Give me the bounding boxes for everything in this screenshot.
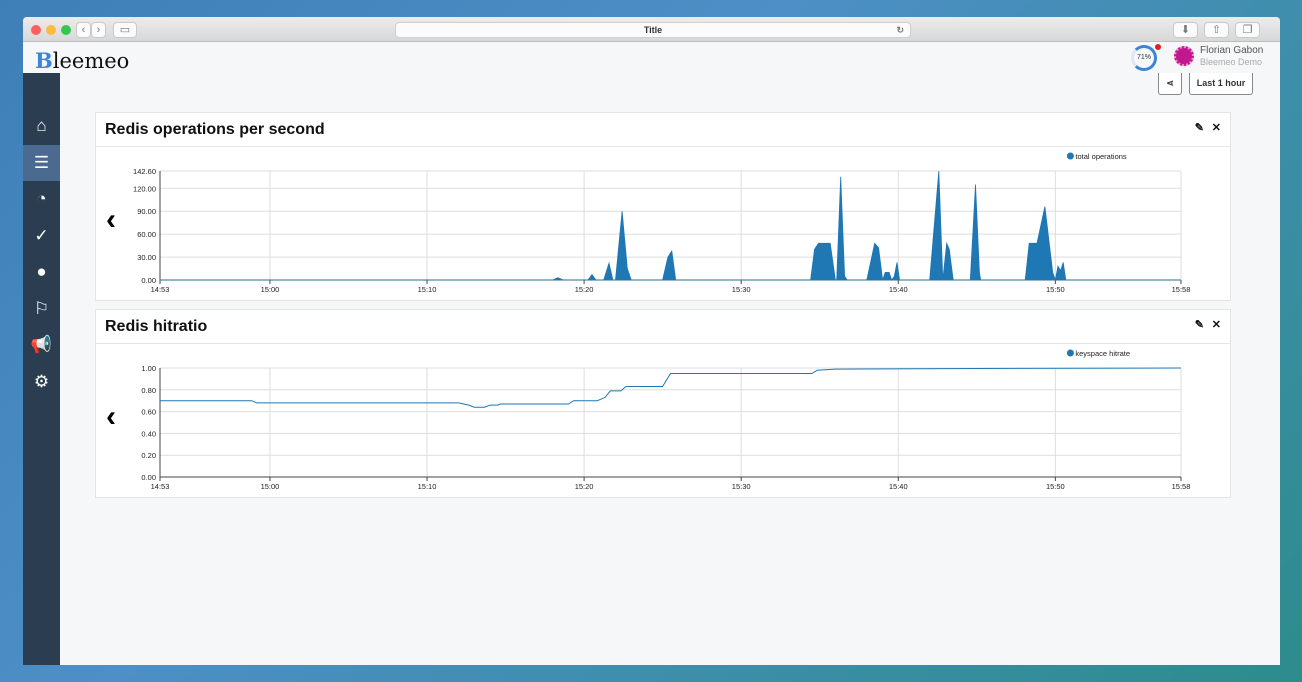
tabs-icon[interactable]: ❐ [1235, 22, 1260, 38]
close-window-button[interactable] [31, 25, 41, 35]
y-tick-label: 142.60 [133, 167, 156, 176]
back-button[interactable]: ‹ [76, 22, 91, 38]
home-icon: ⌂ [36, 116, 46, 136]
x-tick-label: 14:53 [151, 285, 170, 294]
y-tick-label: 0.40 [141, 429, 156, 438]
x-tick-label: 15:50 [1046, 482, 1065, 491]
y-tick-label: 30.00 [137, 253, 156, 262]
user-org: Bleemeo Demo [1200, 57, 1262, 67]
sidebar-item-dashboards[interactable]: ◔ [23, 181, 60, 218]
app-header: Bleemeo [23, 43, 1280, 73]
legend-marker [1067, 350, 1074, 357]
sidebar-item-home[interactable]: ⌂ [23, 108, 60, 145]
legend-marker [1067, 153, 1074, 160]
edit-icon[interactable]: ✎ [1195, 121, 1204, 134]
y-tick-label: 1.00 [141, 364, 156, 373]
legend-label: total operations [1075, 152, 1127, 161]
y-tick-label: 0.60 [141, 408, 156, 417]
hitratio-chart: 0.00 0.20 0.40 0.60 0.80 1.00 14:53 15:00 15:10 1… [96, 344, 1232, 498]
y-tick-label: 120.00 [133, 184, 156, 193]
globe-icon: ● [36, 262, 46, 282]
avatar[interactable] [1174, 46, 1194, 66]
edit-icon[interactable]: ✎ [1195, 318, 1204, 331]
x-tick-label: 15:30 [732, 285, 751, 294]
share-browser-icon[interactable]: ⇧ [1204, 22, 1229, 38]
check-circle-icon: ✓ [34, 226, 48, 246]
x-tick-label: 15:58 [1172, 482, 1191, 491]
address-bar[interactable]: Title ↻ [395, 22, 911, 38]
x-tick-label: 15:00 [261, 482, 280, 491]
forward-button[interactable]: › [91, 22, 106, 38]
x-tick-label: 15:58 [1172, 285, 1191, 294]
x-tick-label: 15:20 [575, 285, 594, 294]
x-tick-label: 15:30 [732, 482, 751, 491]
panel-title: Redis operations per second [105, 121, 325, 139]
y-tick-label: 60.00 [137, 230, 156, 239]
sidebar: ⌂ ☰ ◔ ✓ ● ⚐ 📢 ⚙ [23, 73, 60, 665]
notification-dot [1155, 44, 1161, 50]
panel-redis-hitratio: Redis hitratio ✎ ✕ ‹ 0.000.200.400.600.8… [95, 309, 1231, 498]
x-tick-label: 14:53 [151, 482, 170, 491]
dashboard-icon: ◔ [36, 189, 46, 209]
share-button[interactable]: ⋖ [1158, 73, 1182, 95]
browser-window: ‹ › ▭ Title ↻ ⬇ ⇧ ❐ Bleemeo 71% Florian G… [23, 17, 1280, 665]
x-tick-label: 15:50 [1046, 285, 1065, 294]
sidebar-item-checks[interactable]: ✓ [23, 218, 60, 255]
panel-redis-ops: Redis operations per second ✎ ✕ ‹ 0.0030… [95, 112, 1231, 301]
x-tick-label: 15:20 [575, 482, 594, 491]
x-tick-label: 15:10 [418, 285, 437, 294]
sidebar-toggle-icon[interactable]: ▭ [113, 22, 137, 38]
server-icon: ☰ [34, 153, 49, 173]
y-tick-label: 0.80 [141, 386, 156, 395]
bleemeo-logo[interactable]: Bleemeo [35, 48, 129, 73]
user-name[interactable]: Florian Gabon [1200, 45, 1263, 56]
gear-icon: ⚙ [34, 372, 49, 392]
sidebar-item-servers[interactable]: ☰ [23, 145, 60, 182]
sidebar-item-settings[interactable]: ⚙ [23, 364, 60, 401]
x-tick-label: 15:00 [261, 285, 280, 294]
y-tick-label: 0.00 [141, 276, 156, 285]
series-area [160, 171, 1181, 280]
usage-gauge[interactable]: 71% [1131, 45, 1157, 71]
ops-chart: 0.00 30.00 60.00 90.00 120.00 142.60 14:53 15:0… [96, 147, 1232, 301]
browser-titlebar: ‹ › ▭ Title ↻ ⬇ ⇧ ❐ [23, 17, 1280, 42]
close-icon[interactable]: ✕ [1212, 121, 1221, 134]
legend-label: keyspace hitrate [1075, 349, 1130, 358]
y-tick-label: 90.00 [137, 207, 156, 216]
x-tick-label: 15:10 [418, 482, 437, 491]
y-tick-label: 0.00 [141, 473, 156, 482]
download-icon[interactable]: ⬇ [1173, 22, 1198, 38]
flag-icon: ⚐ [34, 299, 49, 319]
minimize-window-button[interactable] [46, 25, 56, 35]
bullhorn-icon: 📢 [31, 335, 52, 355]
x-tick-label: 15:40 [889, 285, 908, 294]
page-title: Title [644, 25, 662, 35]
panel-title: Redis hitratio [105, 318, 207, 336]
sidebar-item-globe[interactable]: ● [23, 254, 60, 291]
time-range-button[interactable]: Last 1 hour [1189, 73, 1253, 95]
x-tick-label: 15:40 [889, 482, 908, 491]
reload-icon[interactable]: ↻ [896, 23, 904, 38]
y-tick-label: 0.20 [141, 451, 156, 460]
sidebar-item-announcements[interactable]: 📢 [23, 327, 60, 364]
close-icon[interactable]: ✕ [1212, 318, 1221, 331]
maximize-window-button[interactable] [61, 25, 71, 35]
series-line [160, 368, 1181, 407]
sidebar-item-flag[interactable]: ⚐ [23, 291, 60, 328]
